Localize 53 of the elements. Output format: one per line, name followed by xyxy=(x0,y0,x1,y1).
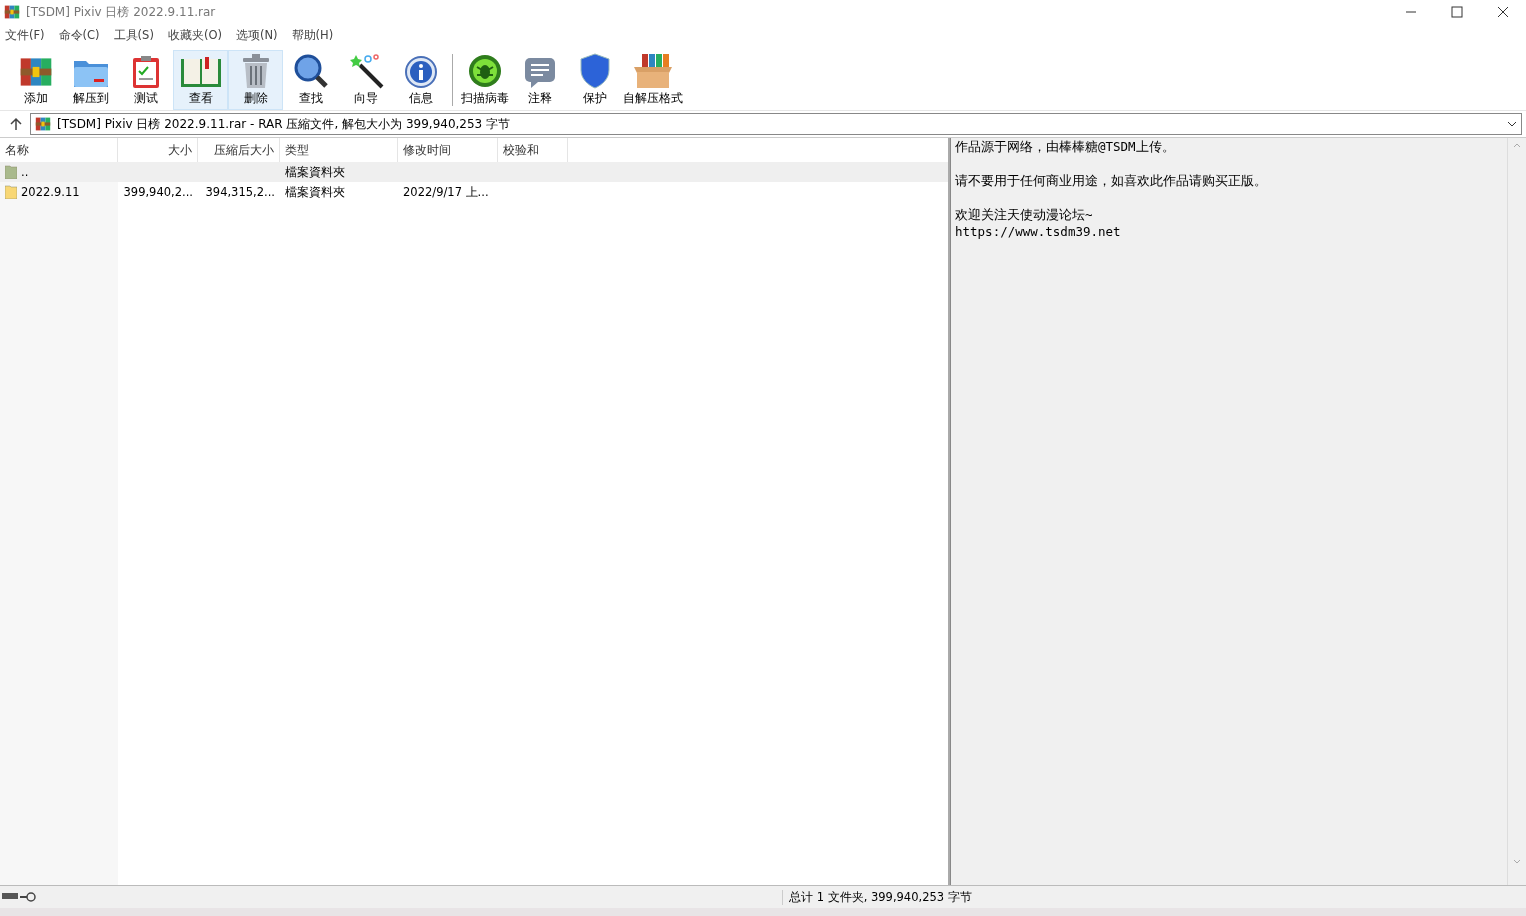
menu-item[interactable]: 收藏夹(O) xyxy=(167,28,222,46)
toolbar-button[interactable]: 查找 xyxy=(283,50,338,110)
archive-icon xyxy=(18,55,53,89)
table-row[interactable]: 2022.9.11 399,940,2... 394,315,2... 檔案資料夾 2022/9/17 上... xyxy=(0,182,948,202)
folder-icon xyxy=(5,185,17,199)
toolbar-button[interactable]: 保护 xyxy=(567,50,622,110)
toolbar-button[interactable]: 自解压格式 xyxy=(622,50,684,110)
table-cell: 2022/9/17 上... xyxy=(403,184,489,200)
archive-icon xyxy=(35,116,51,132)
dropdown-icon[interactable] xyxy=(1507,120,1517,128)
table-cell: 399,940,2... xyxy=(123,185,193,199)
toolbar-button[interactable]: 测试 xyxy=(118,50,173,110)
comment-icon xyxy=(522,55,557,89)
menu-item[interactable]: 工具(S) xyxy=(113,28,154,46)
box-icon xyxy=(632,53,674,89)
table-cell: 檔案資料夾 xyxy=(285,184,345,200)
app-icon xyxy=(4,4,20,20)
menu-item[interactable]: 文件(F) xyxy=(5,28,45,46)
search-icon xyxy=(292,53,329,89)
table-cell: 檔案資料夾 xyxy=(285,164,345,180)
table-cell: .. xyxy=(21,165,29,179)
info-icon xyxy=(403,55,438,89)
clipboard-icon xyxy=(130,55,161,89)
toolbar-button[interactable]: 扫描病毒 xyxy=(457,50,512,110)
comment-line: 欢迎关注天使动漫论坛~ xyxy=(955,206,1094,223)
shield-icon xyxy=(578,53,611,89)
address-field[interactable]: [TSDM] Pixiv 日榜 2022.9.11.rar - RAR 压縮文件, 解包大小为 399,940,253 字节 xyxy=(30,113,1522,135)
up-arrow-icon[interactable] xyxy=(10,117,22,131)
toolbar-button[interactable]: 解压到 xyxy=(63,50,118,110)
scroll-up-icon[interactable] xyxy=(1513,142,1521,148)
scroll-down-icon[interactable] xyxy=(1513,859,1521,865)
key-icon[interactable] xyxy=(20,892,36,902)
table-cell: 394,315,2... xyxy=(205,185,275,199)
bug-icon xyxy=(466,53,503,89)
selected-row[interactable]: .. 檔案資料夾 xyxy=(0,162,948,182)
comment-line: https://www.tsdm39.net xyxy=(955,223,1122,240)
toolbar-button[interactable]: 向导 xyxy=(338,50,393,110)
toolbar-button[interactable]: 信息 xyxy=(393,50,448,110)
window-title: [TSDM] Pixiv 日榜 2022.9.11.rar xyxy=(26,3,217,21)
book-icon xyxy=(179,55,222,89)
menu-item[interactable]: 选项(N) xyxy=(235,28,278,46)
toolbar-button[interactable]: 注释 xyxy=(512,50,567,110)
table-cell: 2022.9.11 xyxy=(21,185,80,199)
status-text: 总计 1 文件夹, 399,940,253 字节 xyxy=(782,889,1526,905)
toolbar-button[interactable]: 查看 xyxy=(173,50,228,110)
parent-folder-icon xyxy=(5,165,17,179)
menu-item[interactable]: 帮助(H) xyxy=(291,28,334,46)
comment-line: 作品源于网络，由棒棒糖@TSDM上传。 xyxy=(955,138,1176,155)
comment-line: 请不要用于任何商业用途，如喜欢此作品请购买正版。 xyxy=(955,172,1268,189)
toolbar-button[interactable]: 添加 xyxy=(8,50,63,110)
menu-item[interactable]: 命令(C) xyxy=(58,28,100,46)
toolbar-button[interactable]: 删除 xyxy=(228,50,283,110)
drive-icon[interactable] xyxy=(2,892,18,900)
